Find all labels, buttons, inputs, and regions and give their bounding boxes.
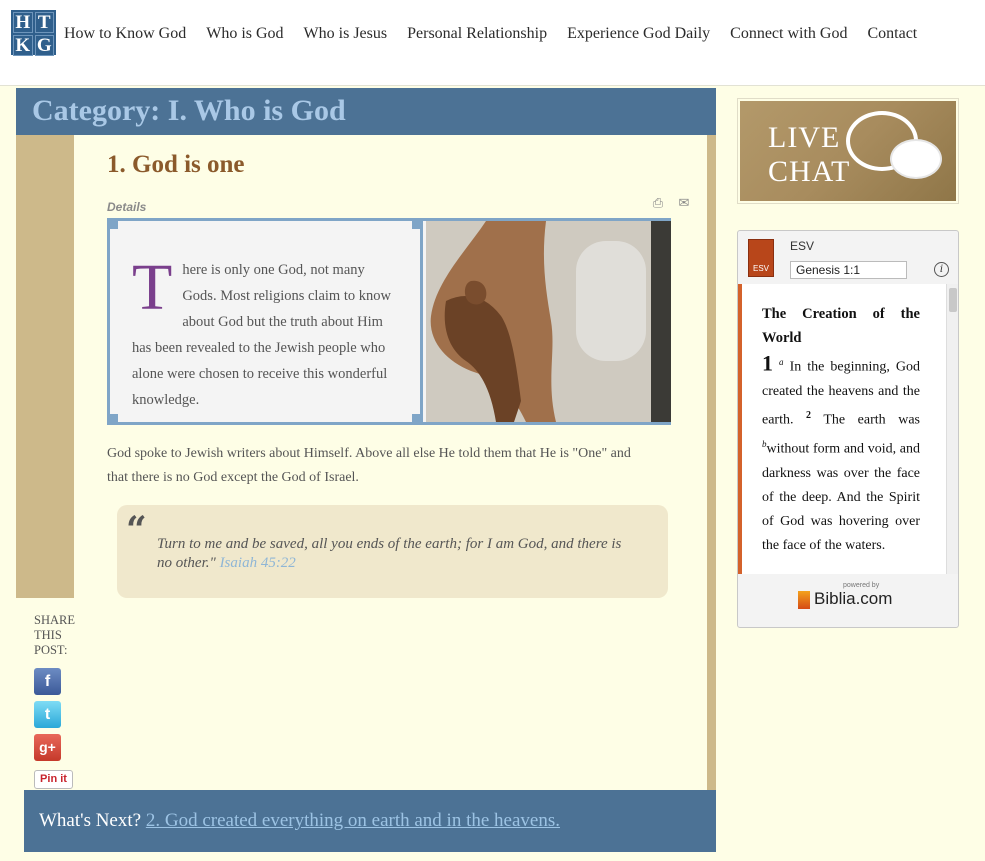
print-icon[interactable]: ⎙ — [650, 196, 666, 211]
hands-illustration — [426, 221, 671, 422]
pinterest-button[interactable]: Pin it — [34, 770, 73, 789]
biblia-cross-icon — [798, 590, 810, 609]
powered-by-label: powered by — [843, 582, 880, 589]
feature-box: T here is only one God, not many Gods. M… — [107, 218, 671, 425]
facebook-icon[interactable]: f — [34, 668, 61, 695]
biblia-brand: Biblia.com — [814, 589, 893, 608]
verse-2-start: The earth was — [823, 412, 920, 428]
live-chat-banner[interactable]: LIVE CHAT — [737, 98, 959, 204]
post-body: God spoke to Jewish writers about Himsel… — [107, 446, 631, 485]
logo-letter: T — [34, 12, 54, 33]
quote-reference-link[interactable]: Isaiah 45:22 — [220, 555, 296, 571]
corner-handle — [110, 221, 118, 229]
nav-personal-relationship[interactable]: Personal Relationship — [407, 25, 547, 43]
bible-version: ESV — [790, 239, 815, 253]
bible-book-icon[interactable]: ESV — [748, 239, 774, 277]
nav-who-is-god[interactable]: Who is God — [206, 25, 283, 43]
chat-bubble-icon — [890, 139, 942, 179]
scroll-thumb[interactable] — [949, 288, 957, 312]
feature-text-panel: T here is only one God, not many Gods. M… — [110, 221, 423, 422]
whats-next: What's Next? 2. God created everything o… — [39, 810, 560, 832]
passage-scrollbar[interactable] — [946, 284, 958, 574]
article-tools: ⎙ ✉ — [650, 196, 692, 211]
share-label: SHARE THIS POST: — [34, 613, 75, 657]
next-post-link[interactable]: 2. God created everything on earth and i… — [146, 810, 560, 831]
main-nav: How to Know God Who is God Who is Jesus … — [64, 25, 917, 43]
category-bar: Category: I. Who is God — [16, 88, 716, 135]
whats-next-bar: What's Next? 2. God created everything o… — [24, 790, 716, 852]
bible-text-panel: The Creation of the World 1 a In the beg… — [738, 284, 958, 574]
bible-icon-label: ESV — [752, 264, 769, 273]
footnote-marker[interactable]: a — [779, 357, 784, 367]
biblia-widget: ESV ESV Genesis 1:1 i The Creation of th… — [737, 230, 959, 628]
corner-handle — [412, 221, 420, 229]
drop-cap: T — [132, 251, 173, 324]
logo-letter: K — [13, 35, 33, 56]
info-icon[interactable]: i — [934, 262, 949, 277]
live-chat-line2: CHAT — [768, 155, 851, 188]
verse-2: without form and void, and darkness was … — [762, 441, 920, 553]
holding-hands-photo — [426, 221, 671, 422]
biblia-logo[interactable]: powered by Biblia.com — [798, 582, 893, 609]
passage-heading: The Creation of the World — [762, 306, 920, 346]
live-chat-line1: LIVE — [768, 121, 841, 154]
quote-mark-icon: “ — [126, 509, 147, 551]
post-title[interactable]: 1. God is one — [107, 151, 245, 179]
verse-number: 2 — [806, 409, 812, 421]
quote-text: Turn to me and be saved, all you ends of… — [157, 535, 637, 573]
corner-handle — [110, 414, 118, 422]
chapter-number: 1 — [762, 350, 773, 376]
google-plus-icon[interactable]: g+ — [34, 734, 61, 761]
right-decorative-strip — [707, 135, 716, 790]
main-content: Category: I. Who is God 1. God is one De… — [16, 88, 716, 790]
share-panel: SHARE THIS POST: f t g+ Pin it — [34, 613, 84, 789]
live-chat-text: LIVE CHAT — [768, 121, 850, 189]
twitter-icon[interactable]: t — [34, 701, 61, 728]
nav-who-is-jesus[interactable]: Who is Jesus — [304, 25, 388, 43]
nav-contact[interactable]: Contact — [867, 25, 917, 43]
live-chat-image: LIVE CHAT — [740, 101, 956, 201]
details-label: Details — [107, 200, 147, 214]
whats-next-label: What's Next? — [39, 810, 142, 831]
bible-passage: The Creation of the World 1 a In the beg… — [762, 302, 920, 558]
corner-handle — [412, 414, 420, 422]
site-logo[interactable]: H T K G — [11, 10, 56, 56]
site-header: H T K G How to Know God Who is God Who i… — [0, 0, 985, 86]
nav-experience-god-daily[interactable]: Experience God Daily — [567, 25, 710, 43]
logo-letter: G — [34, 35, 54, 56]
nav-how-to-know-god[interactable]: How to Know God — [64, 25, 186, 43]
logo-letter: H — [13, 12, 33, 33]
scripture-quote: “ Turn to me and be saved, all you ends … — [117, 505, 668, 598]
category-title: Category: I. Who is God — [32, 94, 346, 127]
left-decorative-strip — [16, 135, 74, 598]
post-content: 1. God is one Details ⎙ ✉ T here is only… — [74, 135, 707, 790]
bible-reference-input[interactable]: Genesis 1:1 — [790, 261, 907, 279]
email-icon[interactable]: ✉ — [676, 196, 692, 211]
nav-connect-with-god[interactable]: Connect with God — [730, 25, 847, 43]
